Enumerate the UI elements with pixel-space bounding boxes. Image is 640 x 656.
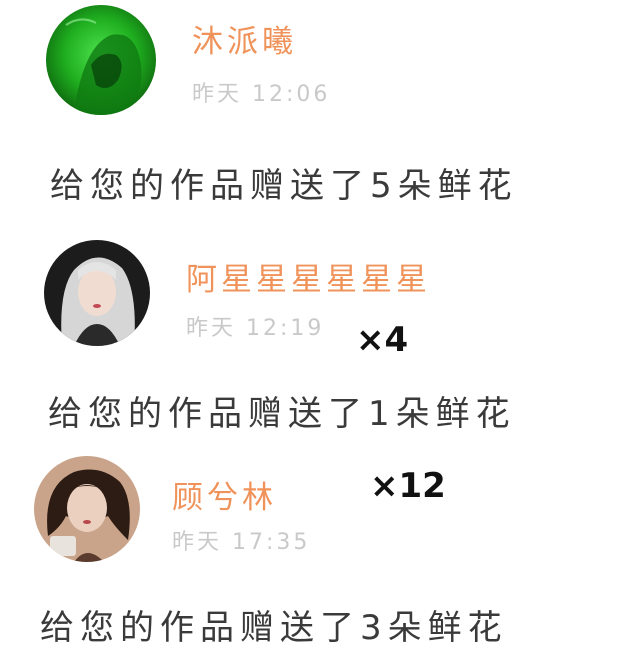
gift-item-3: 顾兮林 昨天 17:35 ×12 给您的作品赠送了3朵鲜花 bbox=[0, 440, 640, 656]
gift-multiplier: ×12 bbox=[370, 466, 446, 506]
gift-message: 给您的作品赠送了5朵鲜花 bbox=[50, 166, 518, 206]
gift-message: 给您的作品赠送了1朵鲜花 bbox=[48, 394, 516, 434]
gift-message: 给您的作品赠送了3朵鲜花 bbox=[40, 608, 508, 648]
user-avatar-3[interactable] bbox=[34, 456, 140, 562]
avatar-image bbox=[46, 5, 156, 115]
gift-item-2: 阿星星星星星星 昨天 12:19 ×4 给您的作品赠送了1朵鲜花 bbox=[0, 220, 640, 440]
user-avatar-1[interactable] bbox=[46, 5, 156, 115]
user-name[interactable]: 阿星星星星星星 bbox=[186, 254, 431, 299]
gift-multiplier: ×4 bbox=[356, 320, 409, 360]
gift-time: 昨天 12:19 bbox=[186, 316, 325, 341]
user-name[interactable]: 沐派曦 bbox=[192, 16, 297, 61]
gift-time: 昨天 17:35 bbox=[172, 530, 311, 555]
user-name[interactable]: 顾兮林 bbox=[172, 472, 277, 517]
avatar-image bbox=[34, 456, 140, 562]
gift-item-1: 沐派曦 昨天 12:06 给您的作品赠送了5朵鲜花 bbox=[0, 0, 640, 220]
gift-time: 昨天 12:06 bbox=[192, 82, 331, 107]
user-avatar-2[interactable] bbox=[44, 240, 150, 346]
avatar-image bbox=[44, 240, 150, 346]
